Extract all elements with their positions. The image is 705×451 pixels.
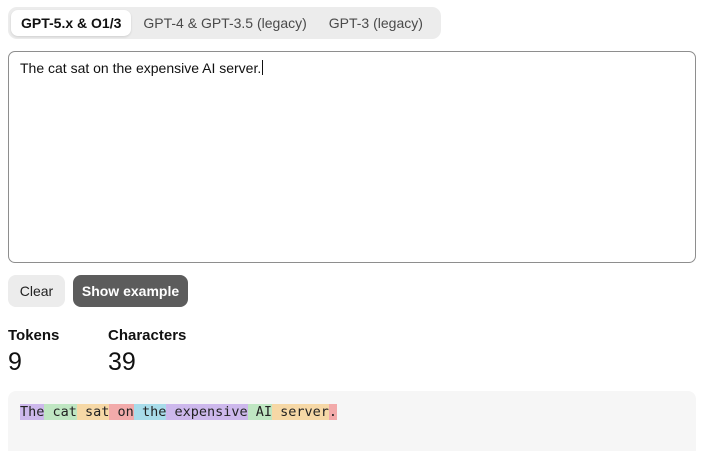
token-line: The cat sat on the expensive AI server.	[20, 403, 684, 422]
text-input[interactable]: The cat sat on the expensive AI server.	[8, 51, 696, 263]
tokenizer-page: GPT-5.x & O1/3 GPT-4 & GPT-3.5 (legacy) …	[0, 0, 705, 451]
tab-gpt3-legacy[interactable]: GPT-3 (legacy)	[319, 10, 433, 36]
text-cursor	[262, 60, 264, 75]
tab-gpt4-gpt35-legacy[interactable]: GPT-4 & GPT-3.5 (legacy)	[133, 10, 316, 36]
tokens-label: Tokens	[8, 327, 60, 344]
clear-button[interactable]: Clear	[8, 275, 65, 307]
text-input-value: The cat sat on the expensive AI server.	[20, 60, 262, 76]
token-chip: expensive	[166, 404, 248, 420]
token-chip: sat	[76, 404, 110, 420]
model-tabs: GPT-5.x & O1/3 GPT-4 & GPT-3.5 (legacy) …	[8, 7, 441, 39]
characters-label: Characters	[108, 327, 187, 344]
token-chip: the	[133, 404, 167, 420]
token-chip: server	[272, 404, 329, 420]
token-chip: .	[328, 404, 338, 420]
token-chip: The	[20, 404, 45, 420]
token-chip: on	[109, 404, 134, 420]
tab-gpt5-o1-o3[interactable]: GPT-5.x & O1/3	[11, 10, 132, 36]
token-chip: cat	[44, 404, 77, 420]
token-chip: AI	[247, 404, 272, 420]
tokens-count: 9	[8, 348, 22, 376]
token-visualization-panel: The cat sat on the expensive AI server.	[8, 391, 696, 451]
characters-count: 39	[108, 348, 136, 376]
show-example-button[interactable]: Show example	[73, 275, 188, 307]
